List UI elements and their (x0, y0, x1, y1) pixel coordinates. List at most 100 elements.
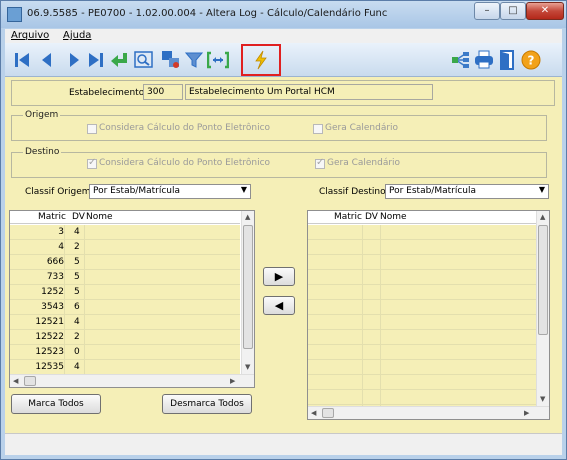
horizontal-scrollbar[interactable]: ◀ ▶ (10, 374, 254, 387)
table-row[interactable]: 12535 4 (10, 360, 240, 375)
last-record-icon[interactable] (85, 49, 107, 71)
scroll-thumb[interactable] (538, 225, 548, 335)
close-button[interactable]: ✕ (526, 2, 564, 20)
table-row[interactable]: 3543 6 (10, 300, 240, 315)
empty-row (308, 359, 536, 360)
vertical-scrollbar[interactable]: ▲ ▼ (241, 211, 254, 374)
move-left-button[interactable]: ◀ (263, 296, 295, 315)
grid-header: Matric DV Nome (308, 211, 536, 224)
column-header-matric[interactable]: Matric (334, 212, 362, 222)
destino-gera-checkbox[interactable] (315, 157, 325, 169)
cell-matric: 3543 (41, 302, 64, 312)
cell-matric: 666 (46, 257, 64, 267)
table-row[interactable]: 733 5 (10, 270, 240, 285)
estabelecimento-name-field: Estabelecimento Um Portal HCM (185, 84, 433, 100)
maximize-button[interactable]: □ (500, 2, 526, 20)
table-row[interactable]: 42 (10, 240, 240, 255)
help-icon[interactable]: ? (520, 49, 542, 71)
app-icon (7, 7, 22, 22)
vertical-scrollbar[interactable]: ▲ ▼ (536, 211, 549, 406)
print-icon[interactable] (473, 49, 495, 71)
range-icon[interactable] (207, 49, 229, 71)
minimize-button[interactable]: – (474, 2, 500, 20)
cell-matric: 12535 (35, 362, 64, 372)
scroll-thumb[interactable] (24, 376, 36, 386)
table-row[interactable]: 1252 5 (10, 285, 240, 300)
empty-row (308, 404, 536, 405)
table-row[interactable]: 12523 0 (10, 345, 240, 360)
form-area: Estabelecimento: 300 Estabelecimento Um … (5, 77, 562, 433)
first-record-icon[interactable] (11, 49, 33, 71)
destino-title: Destino (23, 147, 62, 157)
zoom-icon[interactable] (160, 49, 182, 71)
table-row[interactable]: 34 (10, 225, 240, 240)
cell-dv: 4 (74, 362, 80, 372)
grid-body (308, 225, 536, 406)
scroll-right-icon[interactable]: ▶ (524, 409, 529, 417)
column-header-dv[interactable]: DV (365, 212, 378, 222)
go-to-icon[interactable] (109, 49, 131, 71)
origem-considera-checkbox[interactable] (87, 124, 97, 134)
column-divider (362, 225, 363, 406)
cell-matric: 12522 (35, 332, 64, 342)
empty-row (308, 239, 536, 240)
column-header-nome[interactable]: Nome (86, 212, 113, 222)
menu-arquivo[interactable]: Arquivo (11, 30, 49, 41)
classif-origem-select[interactable]: Por Estab/Matrícula ▼ (89, 184, 251, 199)
classif-destino-select[interactable]: Por Estab/Matrícula ▼ (385, 184, 549, 199)
scroll-right-icon[interactable]: ▶ (230, 377, 235, 385)
estabelecimento-label: Estabelecimento: (69, 88, 148, 98)
cell-dv: 0 (74, 347, 80, 357)
column-divider (84, 225, 85, 375)
filter-icon[interactable] (183, 49, 205, 71)
origem-title: Origem (23, 110, 61, 120)
cell-dv: 2 (74, 332, 80, 342)
classif-destino-value: Por Estab/Matrícula (389, 186, 477, 196)
hierarchy-icon[interactable] (450, 49, 472, 71)
estabelecimento-code-field[interactable]: 300 (143, 84, 183, 100)
scroll-up-icon[interactable]: ▲ (245, 213, 250, 221)
cell-dv: 4 (74, 227, 80, 237)
empty-row (308, 299, 536, 300)
table-row[interactable]: 666 5 (10, 255, 240, 270)
origem-employee-grid[interactable]: Matric DV Nome 3 4 4 2 666 5 733 5 1252 5 3543 6 125… (9, 210, 255, 388)
column-header-dv[interactable]: DV (72, 212, 85, 222)
scroll-left-icon[interactable]: ◀ (13, 377, 18, 385)
next-record-icon[interactable] (63, 49, 85, 71)
destino-considera-checkbox[interactable] (87, 157, 97, 169)
origem-gera-checkbox[interactable] (313, 124, 323, 134)
grid-body: 3 4 4 2 666 5 733 5 1252 5 3543 6 12521 4 12522 2 12523 0… (10, 225, 240, 375)
previous-record-icon[interactable] (36, 49, 58, 71)
empty-row (308, 329, 536, 330)
scroll-thumb[interactable] (243, 225, 253, 349)
title-bar[interactable]: 06.9.5585 - PE0700 - 1.02.00.004 - Alter… (1, 1, 566, 28)
cell-matric: 733 (46, 272, 64, 282)
desmarca-todos-button[interactable]: Desmarca Todos (162, 394, 252, 414)
cell-dv: 4 (74, 317, 80, 327)
svg-text:?: ? (528, 54, 535, 68)
menu-ajuda[interactable]: Ajuda (63, 30, 91, 41)
column-header-matric[interactable]: Matric (38, 212, 66, 222)
chevron-down-icon: ▼ (538, 185, 545, 194)
scroll-thumb[interactable] (322, 408, 334, 418)
scroll-down-icon[interactable]: ▼ (245, 363, 250, 371)
move-right-button[interactable]: ▶ (263, 267, 295, 286)
chevron-down-icon: ▼ (240, 185, 247, 194)
cell-dv: 5 (74, 257, 80, 267)
scroll-left-icon[interactable]: ◀ (311, 409, 316, 417)
search-icon[interactable] (133, 49, 155, 71)
empty-row (308, 389, 536, 390)
column-header-nome[interactable]: Nome (380, 212, 407, 222)
classif-origem-label: Classif Origem: (25, 187, 94, 197)
scroll-up-icon[interactable]: ▲ (540, 213, 545, 221)
destino-considera-label: Considera Cálculo do Ponto Eletrônico (99, 158, 271, 168)
table-row[interactable]: 12521 4 (10, 315, 240, 330)
scroll-down-icon[interactable]: ▼ (540, 395, 545, 403)
marca-todos-button[interactable]: Marca Todos (11, 394, 101, 414)
exit-icon[interactable] (496, 49, 518, 71)
table-row[interactable]: 12522 2 (10, 330, 240, 345)
horizontal-scrollbar[interactable]: ◀ ▶ (308, 406, 549, 419)
cell-dv: 5 (74, 287, 80, 297)
empty-row (308, 314, 536, 315)
destino-employee-grid[interactable]: Matric DV Nome ▲ ▼ ◀ ▶ (307, 210, 550, 420)
